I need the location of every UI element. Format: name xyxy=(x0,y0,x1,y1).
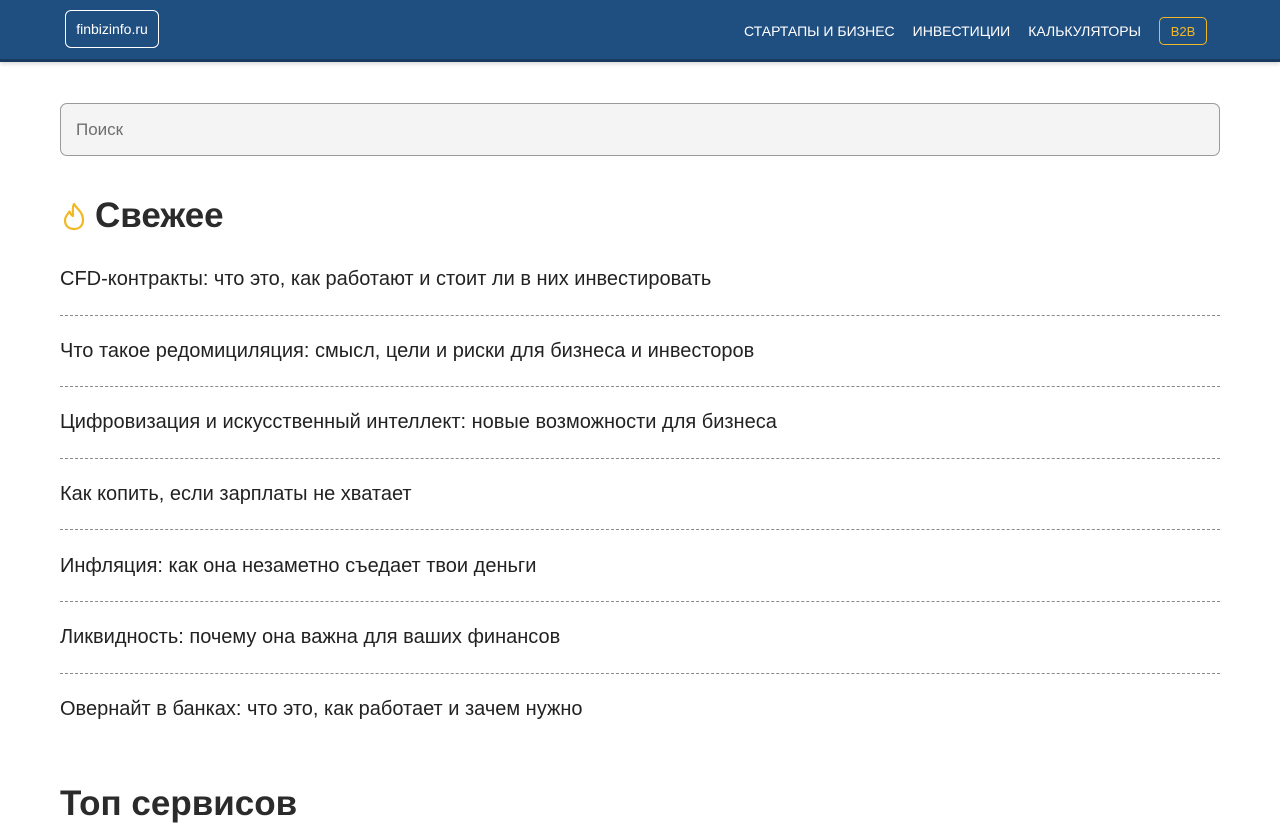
article-link[interactable]: Цифровизация и искусственный интеллект: … xyxy=(60,410,777,434)
fresh-section-title: Свежее xyxy=(95,196,224,235)
article-link[interactable]: Овернайт в банках: что это, как работает… xyxy=(60,697,583,721)
article-link[interactable]: Как копить, если зарплаты не хватает xyxy=(60,482,412,506)
article-link[interactable]: Что такое редомициляция: смысл, цели и р… xyxy=(60,339,754,363)
fresh-section-heading: Свежее xyxy=(60,194,224,238)
nav-link-startups-business[interactable]: СТАРТАПЫ И БИЗНЕС xyxy=(744,17,895,45)
list-item: Овернайт в банках: что это, как работает… xyxy=(60,674,1220,746)
article-link[interactable]: Инфляция: как она незаметно съедает твои… xyxy=(60,554,536,578)
list-item: Цифровизация и искусственный интеллект: … xyxy=(60,387,1220,459)
list-item: CFD-контракты: что это, как работают и с… xyxy=(60,244,1220,316)
main-nav: СТАРТАПЫ И БИЗНЕС ИНВЕСТИЦИИ КАЛЬКУЛЯТОР… xyxy=(744,17,1207,45)
search-input[interactable] xyxy=(60,103,1220,156)
list-item: Что такое редомициляция: смысл, цели и р… xyxy=(60,316,1220,388)
nav-link-investments[interactable]: ИНВЕСТИЦИИ xyxy=(913,17,1011,45)
list-item: Инфляция: как она незаметно съедает твои… xyxy=(60,530,1220,602)
article-link[interactable]: CFD-контракты: что это, как работают и с… xyxy=(60,267,711,291)
top-services-title: Топ сервисов xyxy=(60,784,298,823)
site-header: finbizinfo.ru СТАРТАПЫ И БИЗНЕС ИНВЕСТИЦ… xyxy=(0,0,1280,62)
list-item: Как копить, если зарплаты не хватает xyxy=(60,459,1220,531)
list-item: Ликвидность: почему она важна для ваших … xyxy=(60,602,1220,674)
article-link[interactable]: Ликвидность: почему она важна для ваших … xyxy=(60,625,560,649)
fresh-article-list: CFD-контракты: что это, как работают и с… xyxy=(60,244,1220,745)
b2b-button[interactable]: B2B xyxy=(1159,17,1207,45)
flame-icon xyxy=(60,201,88,231)
nav-link-calculators[interactable]: КАЛЬКУЛЯТОРЫ xyxy=(1028,17,1141,45)
site-logo[interactable]: finbizinfo.ru xyxy=(65,10,159,48)
